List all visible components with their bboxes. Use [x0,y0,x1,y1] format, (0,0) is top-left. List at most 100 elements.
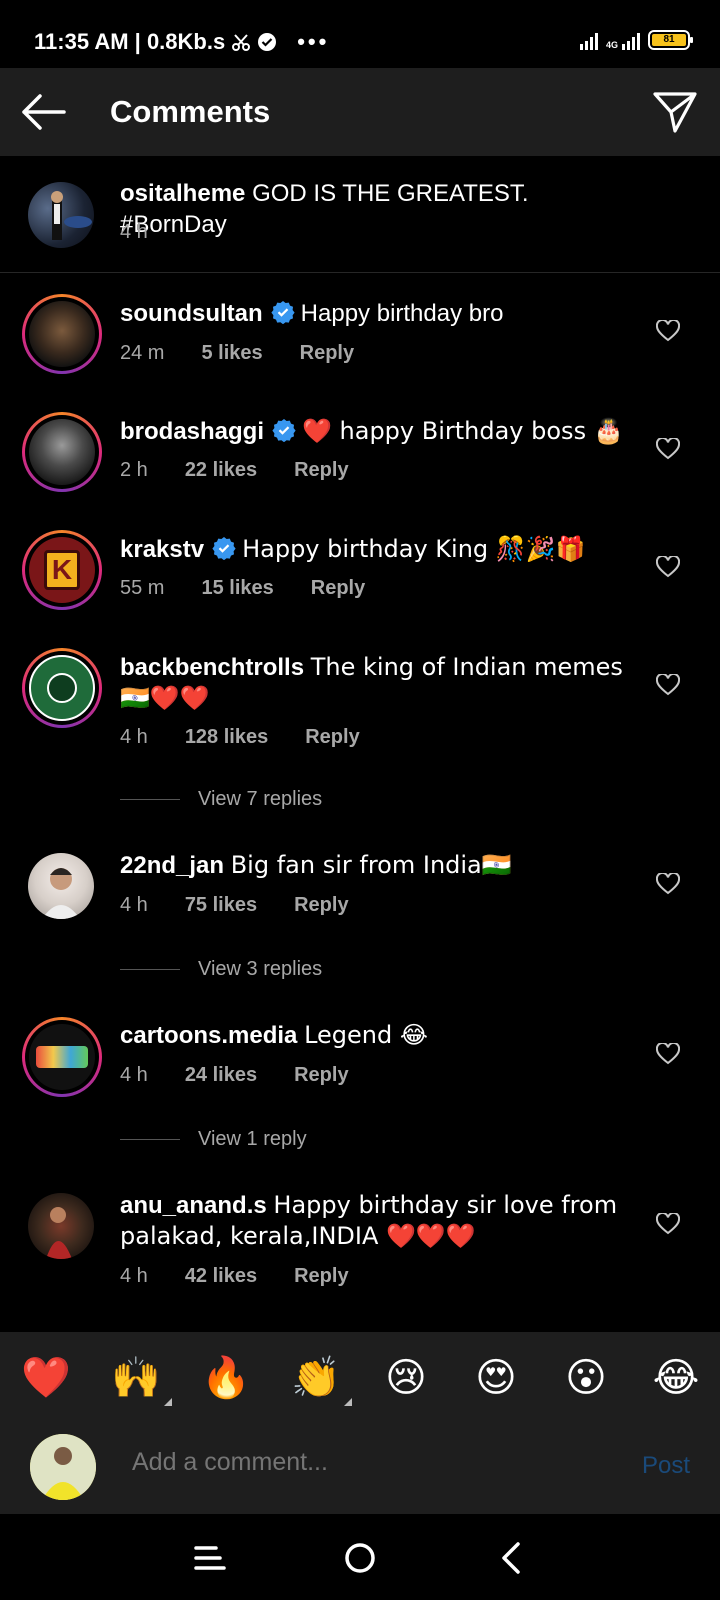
comment-time: 4 h [120,1064,148,1086]
comment-text: cartoons.media Legend 😂 [120,1020,630,1051]
reaction-fire[interactable]: 🔥 [200,1352,252,1404]
avatar[interactable] [28,1193,94,1259]
comment-username[interactable]: brodashaggi [120,418,264,445]
like-heart-icon[interactable] [656,438,680,460]
comment-username[interactable]: cartoons.media [120,1022,297,1049]
verified-badge-icon [212,537,236,560]
avatar [29,655,95,721]
home-icon[interactable] [340,1538,380,1578]
person-silhouette-icon [51,191,92,240]
view-replies-button[interactable]: View 7 replies [120,788,322,811]
reaction-raised-hands-glyph: 🙌 [111,1355,161,1401]
person-silhouette-icon [46,1207,72,1259]
verified-badge-icon [272,419,296,442]
reaction-clap-glyph: 👏 [291,1355,341,1401]
view-replies-label: View 7 replies [198,788,323,810]
comment-likes[interactable]: 24 likes [185,1064,257,1087]
quick-reactions-bar: ❤️ 🙌 🔥 👏 😢 😍 😮 😂 [0,1332,720,1422]
comment-meta: 4 h 42 likes Reply [120,1265,349,1288]
comment-username[interactable]: 22nd_jan [120,852,224,879]
comment-time: 24 m [120,342,165,364]
comment-meta: 55 m 15 likes Reply [120,577,365,600]
comment-likes[interactable]: 5 likes [201,342,262,365]
person-silhouette-icon [30,1434,96,1500]
reply-button[interactable]: Reply [300,342,354,365]
reaction-raised-hands[interactable]: 🙌 [110,1352,172,1406]
comment-time: 2 h [120,459,148,481]
caption-username[interactable]: ositalheme [120,180,245,207]
like-heart-icon[interactable] [656,1043,680,1065]
story-ring[interactable] [22,648,102,728]
view-replies-button[interactable]: View 3 replies [120,958,322,981]
comment-text: anu_anand.s Happy birthday sir love from… [120,1190,630,1252]
like-heart-icon[interactable] [656,556,680,578]
reply-button[interactable]: Reply [294,1265,348,1288]
reaction-surprised[interactable]: 😮 [560,1352,612,1404]
story-ring[interactable]: K [22,530,102,610]
comment-text: 22nd_jan Big fan sir from India🇮🇳 [120,850,630,881]
comment-likes[interactable]: 75 likes [185,894,257,917]
status-bar: 11:35 AM | 0.8Kb.s ••• 4G 81 [0,0,720,68]
comment-meta: 4 h 128 likes Reply [120,726,360,749]
status-time: 11:35 AM | 0.8Kb.s [34,29,226,54]
like-heart-icon[interactable] [656,1213,680,1235]
comment-body: Happy birthday King 🎊🎉🎁 [242,535,586,563]
comment-body: Legend 😂 [304,1021,428,1049]
post-button[interactable]: Post [642,1452,690,1480]
divider-line [120,969,180,970]
reaction-heart[interactable]: ❤️ [20,1352,72,1404]
comment-likes[interactable]: 128 likes [185,726,268,749]
page-title: Comments [110,94,271,129]
comment-username[interactable]: anu_anand.s [120,1192,267,1219]
reaction-clap[interactable]: 👏 [290,1352,352,1406]
skin-tone-indicator [344,1398,352,1406]
comment-likes[interactable]: 22 likes [185,459,257,482]
reply-button[interactable]: Reply [294,1064,348,1087]
reply-button[interactable]: Reply [294,894,348,917]
comment-meta: 4 h 24 likes Reply [120,1064,349,1087]
comment-time: 4 h [120,1265,148,1287]
avatar[interactable] [28,853,94,919]
reaction-crying[interactable]: 😢 [380,1352,432,1404]
back-icon[interactable] [492,1538,532,1578]
comment-username[interactable]: krakstv [120,536,204,563]
caption-time: 4 h [120,221,148,243]
reply-button[interactable]: Reply [294,459,348,482]
k-logo-icon: K [44,550,80,590]
story-ring[interactable] [22,1017,102,1097]
status-left: 11:35 AM | 0.8Kb.s ••• [34,29,329,55]
comment-text: soundsultan Happy birthday bro [120,298,630,329]
story-ring[interactable] [22,412,102,492]
caption-meta: 4 h [120,221,148,244]
comment-composer: Post [0,1422,720,1514]
reaction-heart-eyes[interactable]: 😍 [470,1352,522,1404]
like-heart-icon[interactable] [656,674,680,696]
comment-time: 55 m [120,577,165,599]
reply-button[interactable]: Reply [305,726,359,749]
like-heart-icon[interactable] [656,320,680,342]
verified-badge-icon [271,301,295,324]
send-icon[interactable] [652,90,698,134]
cartoons-logo-icon [36,1046,88,1068]
reply-button[interactable]: Reply [311,577,365,600]
comment-username[interactable]: soundsultan [120,300,263,327]
comment-meta: 2 h 22 likes Reply [120,459,349,482]
comment-meta: 4 h 75 likes Reply [120,894,349,917]
avatar[interactable] [28,182,94,248]
avatar: K [29,537,95,603]
menu-icon[interactable] [190,1538,230,1578]
story-ring[interactable] [22,294,102,374]
comment-username[interactable]: backbenchtrolls [120,654,304,681]
comment-input[interactable] [132,1448,592,1477]
comment-likes[interactable]: 42 likes [185,1265,257,1288]
back-arrow-icon[interactable] [20,92,66,132]
reaction-laughing[interactable]: 😂 [650,1352,702,1404]
comment-likes[interactable]: 15 likes [201,577,273,600]
signal-4g-icon: 4G [606,32,640,50]
comment-body: ❤️ happy Birthday boss 🎂 [302,417,624,445]
comment-body: Big fan sir from India🇮🇳 [230,851,512,879]
comment-meta: 24 m 5 likes Reply [120,342,354,365]
signal-icon [579,32,598,50]
like-heart-icon[interactable] [656,873,680,895]
view-replies-button[interactable]: View 1 reply [120,1128,307,1151]
